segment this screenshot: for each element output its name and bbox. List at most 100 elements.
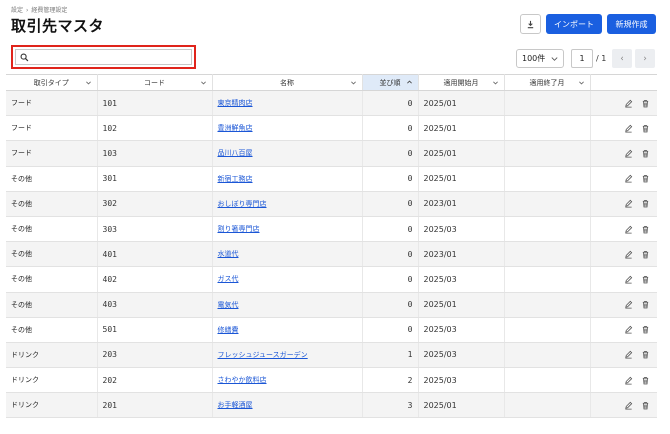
cell-code: 401	[97, 241, 213, 268]
cell-code: 302	[97, 191, 213, 217]
table-row[interactable]: フード 101 東京精肉店 0 2025/01	[6, 90, 657, 117]
edit-icon[interactable]	[624, 99, 633, 108]
supplier-name-link[interactable]: おしぼり専門店	[218, 200, 267, 208]
table-row[interactable]: ドリンク 201 お手軽酒屋 3 2025/01	[6, 392, 657, 419]
download-button[interactable]	[520, 14, 541, 34]
cell-actions	[590, 216, 657, 243]
supplier-name-link[interactable]: 新宿工務店	[218, 175, 253, 183]
cell-name: 東京精肉店	[212, 90, 363, 117]
chevron-down-icon	[492, 81, 498, 85]
supplier-name-link[interactable]: 水道代	[218, 250, 239, 258]
cell-code: 101	[97, 90, 213, 117]
edit-icon[interactable]	[624, 275, 633, 284]
page-size-select[interactable]: 100件	[516, 49, 564, 68]
supplier-name-link[interactable]: お手軽酒屋	[218, 401, 253, 409]
table-row[interactable]: その他 401 水道代 0 2023/01	[6, 241, 657, 268]
column-header-code[interactable]: コード	[97, 74, 213, 91]
table-row[interactable]: その他 501 修繕費 0 2025/03	[6, 317, 657, 343]
table-row[interactable]: フード 102 豊洲鮮魚店 0 2025/01	[6, 115, 657, 142]
cell-code: 403	[97, 292, 213, 318]
cell-start-month: 2025/01	[418, 140, 505, 167]
chevron-down-icon	[85, 81, 91, 85]
cell-type: フード	[6, 140, 98, 167]
cell-name: ガス代	[212, 266, 363, 293]
cell-order: 0	[362, 90, 419, 117]
column-header-name[interactable]: 名称	[212, 74, 363, 91]
delete-icon[interactable]	[641, 250, 650, 259]
data-table: 取引タイプ コード 名称 並び順 適用開始月 適用終了月 フード 101 東京精肉店…	[6, 74, 657, 419]
search-input[interactable]	[32, 52, 191, 62]
edit-icon[interactable]	[624, 174, 633, 183]
supplier-name-link[interactable]: フレッシュジュースガーデン	[218, 351, 308, 359]
delete-icon[interactable]	[641, 325, 650, 334]
edit-icon[interactable]	[624, 225, 633, 234]
table-row[interactable]: その他 303 割り箸専門店 0 2025/03	[6, 216, 657, 243]
edit-icon[interactable]	[624, 199, 633, 208]
delete-icon[interactable]	[641, 376, 650, 385]
column-header-order[interactable]: 並び順	[362, 74, 419, 91]
table-row[interactable]: フード 103 品川八百屋 0 2025/01	[6, 140, 657, 167]
column-header-type[interactable]: 取引タイプ	[6, 74, 98, 91]
delete-icon[interactable]	[641, 225, 650, 234]
supplier-name-link[interactable]: 割り箸専門店	[218, 225, 260, 233]
delete-icon[interactable]	[641, 401, 650, 410]
delete-icon[interactable]	[641, 275, 650, 284]
supplier-name-link[interactable]: 電気代	[218, 301, 239, 309]
delete-icon[interactable]	[641, 300, 650, 309]
supplier-name-link[interactable]: 修繕費	[218, 326, 239, 334]
cell-code: 303	[97, 216, 213, 243]
edit-icon[interactable]	[624, 401, 633, 410]
table-row[interactable]: その他 403 電気代 0 2025/01	[6, 292, 657, 318]
supplier-name-link[interactable]: ガス代	[218, 275, 239, 283]
delete-icon[interactable]	[641, 99, 650, 108]
table-row[interactable]: その他 402 ガス代 0 2025/03	[6, 266, 657, 293]
page-number-input[interactable]: 1	[571, 49, 593, 68]
delete-icon[interactable]	[641, 350, 650, 359]
supplier-name-link[interactable]: 品川八百屋	[218, 149, 253, 157]
cell-end-month	[504, 216, 591, 243]
supplier-name-link[interactable]: 東京精肉店	[218, 99, 253, 107]
cell-start-month: 2025/03	[418, 216, 505, 243]
cell-end-month	[504, 392, 591, 419]
delete-icon[interactable]	[641, 124, 650, 133]
cell-name: 割り箸専門店	[212, 216, 363, 243]
table-row[interactable]: ドリンク 203 フレッシュジュースガーデン 1 2025/03	[6, 342, 657, 369]
edit-icon[interactable]	[624, 350, 633, 359]
edit-icon[interactable]	[624, 325, 633, 334]
cell-order: 0	[362, 241, 419, 268]
edit-icon[interactable]	[624, 300, 633, 309]
import-button[interactable]: インポート	[546, 14, 602, 34]
cell-name: 修繕費	[212, 317, 363, 343]
cell-code: 103	[97, 140, 213, 167]
cell-end-month	[504, 115, 591, 142]
search-box[interactable]	[15, 49, 192, 65]
column-header-start-month[interactable]: 適用開始月	[418, 74, 505, 91]
delete-icon[interactable]	[641, 174, 650, 183]
breadcrumb-item-settings[interactable]: 設定	[11, 7, 23, 14]
table-row[interactable]: その他 302 おしぼり専門店 0 2023/01	[6, 191, 657, 217]
edit-icon[interactable]	[624, 149, 633, 158]
supplier-name-link[interactable]: さわやか飲料店	[218, 376, 267, 384]
edit-icon[interactable]	[624, 250, 633, 259]
column-header-end-month[interactable]: 適用終了月	[504, 74, 591, 91]
prev-page-button[interactable]: ‹	[612, 49, 632, 68]
cell-end-month	[504, 90, 591, 117]
new-button[interactable]: 新規作成	[607, 14, 656, 34]
supplier-name-link[interactable]: 豊洲鮮魚店	[218, 124, 253, 132]
cell-start-month: 2023/01	[418, 191, 505, 217]
cell-name: フレッシュジュースガーデン	[212, 342, 363, 369]
table-row[interactable]: ドリンク 202 さわやか飲料店 2 2025/03	[6, 367, 657, 394]
download-icon	[527, 20, 534, 28]
breadcrumb: 設定 › 経費管理設定	[11, 5, 67, 14]
table-row[interactable]: その他 301 新宿工務店 0 2025/01	[6, 166, 657, 192]
cell-actions	[590, 166, 657, 192]
delete-icon[interactable]	[641, 199, 650, 208]
cell-name: お手軽酒屋	[212, 392, 363, 419]
cell-actions	[590, 392, 657, 419]
edit-icon[interactable]	[624, 124, 633, 133]
edit-icon[interactable]	[624, 376, 633, 385]
breadcrumb-item-expense-settings[interactable]: 経費管理設定	[31, 7, 67, 14]
delete-icon[interactable]	[641, 149, 650, 158]
page-total: / 1	[596, 54, 607, 63]
next-page-button[interactable]: ›	[635, 49, 655, 68]
